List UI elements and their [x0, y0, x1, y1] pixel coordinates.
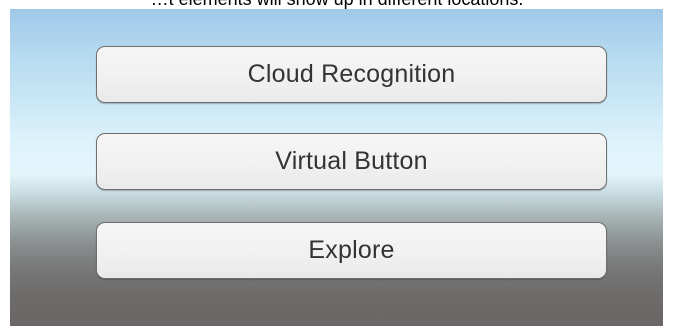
explore-button[interactable]: Explore [96, 222, 607, 279]
cloud-recognition-button[interactable]: Cloud Recognition [96, 46, 607, 103]
virtual-button-label: Virtual Button [275, 147, 428, 175]
app-viewport: Cloud Recognition Virtual Button Explore [10, 9, 663, 326]
screenshot: …t elements will show up in different lo… [0, 0, 674, 326]
virtual-button-button[interactable]: Virtual Button [96, 133, 607, 190]
cloud-recognition-label: Cloud Recognition [247, 60, 456, 88]
explore-label: Explore [308, 236, 395, 264]
